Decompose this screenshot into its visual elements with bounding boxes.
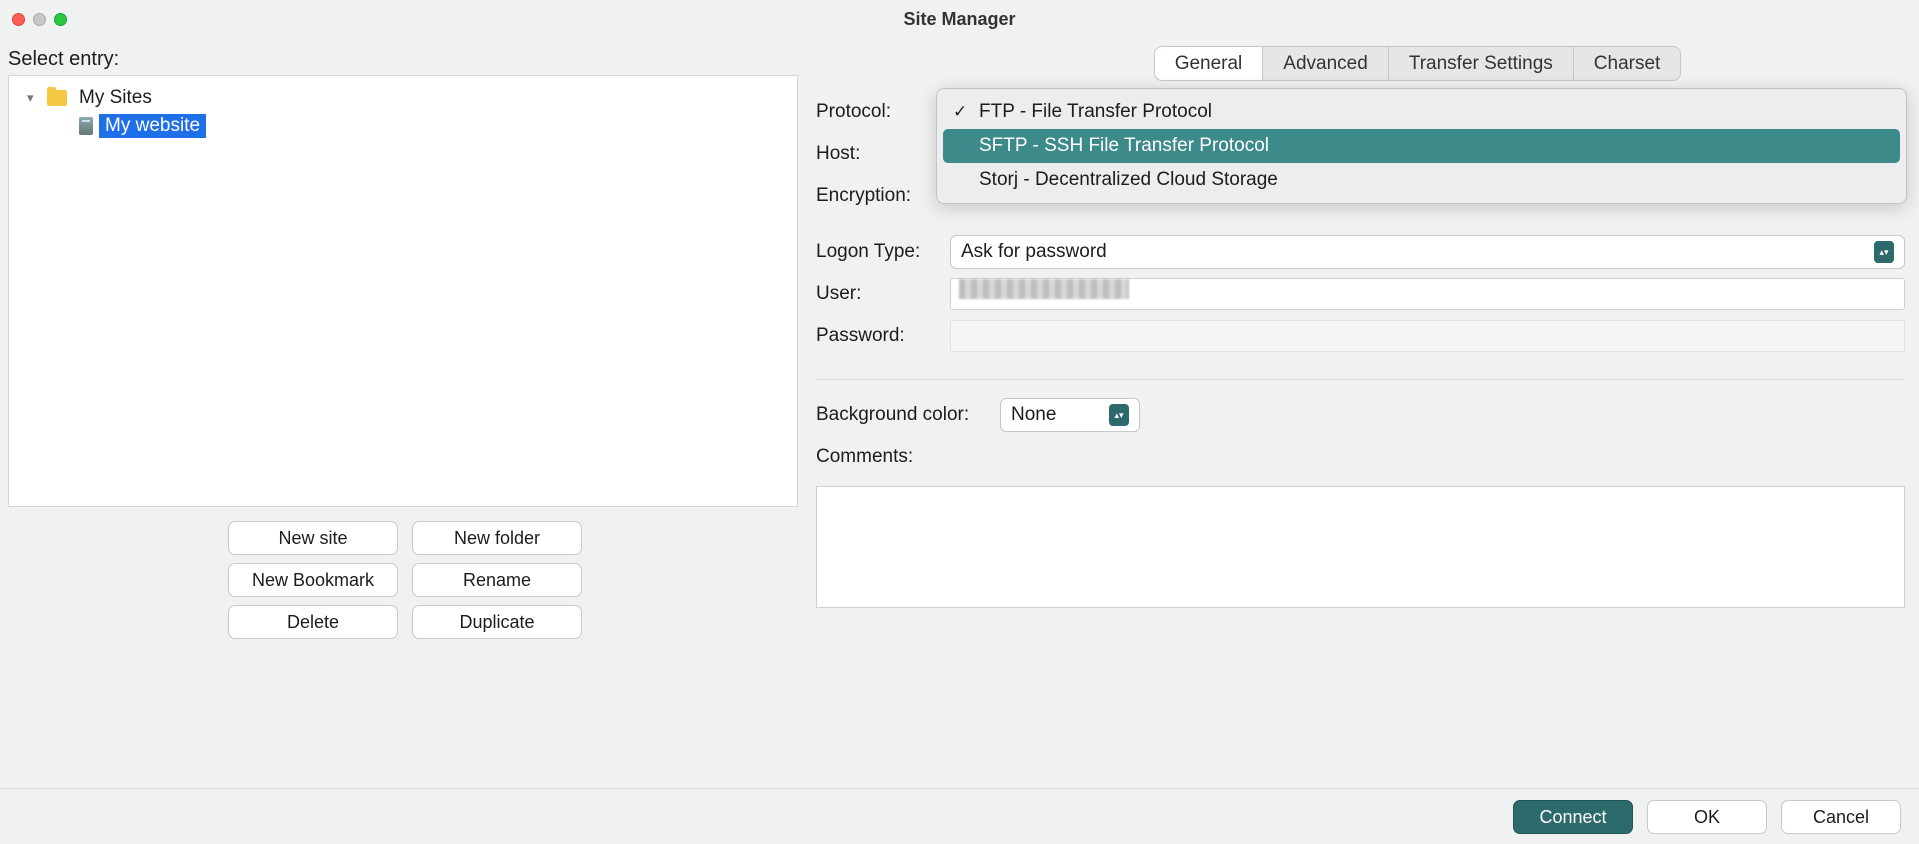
comments-textarea[interactable] [816,486,1905,608]
folder-icon [47,90,67,106]
tree-root-row[interactable]: ▾ My Sites [15,84,791,112]
tab-bar: General Advanced Transfer Settings Chars… [926,46,1909,81]
background-color-label: Background color: [816,404,986,426]
protocol-option-label: Storj - Decentralized Cloud Storage [979,169,1278,191]
protocol-option-ftp[interactable]: ✓ FTP - File Transfer Protocol [943,95,1900,129]
protocol-label: Protocol: [816,101,936,123]
password-input[interactable] [950,320,1905,352]
new-site-button[interactable]: New site [228,521,398,555]
server-icon [79,117,93,135]
user-value-redacted [959,279,1129,299]
comments-label: Comments: [816,446,913,468]
tree-site-row[interactable]: My website [15,112,791,140]
logon-type-label: Logon Type: [816,241,936,263]
window-title: Site Manager [0,9,1919,30]
site-tree[interactable]: ▾ My Sites My website [8,75,798,507]
user-input[interactable] [950,278,1905,310]
protocol-option-label: FTP - File Transfer Protocol [979,101,1212,123]
check-icon: ✓ [953,102,969,122]
stepper-icon: ▴▾ [1109,404,1129,426]
logon-type-select[interactable]: Ask for password ▴▾ [950,235,1905,269]
stepper-icon: ▴▾ [1874,241,1894,263]
chevron-down-icon[interactable]: ▾ [27,90,41,106]
tab-charset[interactable]: Charset [1574,46,1682,81]
protocol-option-storj[interactable]: Storj - Decentralized Cloud Storage [943,163,1900,197]
background-color-select[interactable]: None ▴▾ [1000,398,1140,432]
tree-site-label: My website [99,114,206,138]
new-bookmark-button[interactable]: New Bookmark [228,563,398,597]
logon-type-value: Ask for password [961,241,1107,263]
protocol-dropdown[interactable]: ✓ FTP - File Transfer Protocol SFTP - SS… [936,88,1907,204]
select-entry-label: Select entry: [8,48,798,71]
ok-button[interactable]: OK [1647,800,1767,834]
delete-button[interactable]: Delete [228,605,398,639]
user-label: User: [816,283,936,305]
connect-button[interactable]: Connect [1513,800,1633,834]
tab-general[interactable]: General [1154,46,1264,81]
password-label: Password: [816,325,936,347]
protocol-option-label: SFTP - SSH File Transfer Protocol [979,135,1269,157]
background-color-value: None [1011,404,1056,426]
title-bar: Site Manager [0,0,1919,38]
tab-transfer-settings[interactable]: Transfer Settings [1389,46,1574,81]
tree-root-label: My Sites [73,86,158,110]
tab-advanced[interactable]: Advanced [1263,46,1389,81]
duplicate-button[interactable]: Duplicate [412,605,582,639]
divider [816,379,1905,380]
cancel-button[interactable]: Cancel [1781,800,1901,834]
dialog-footer: Connect OK Cancel [0,788,1919,844]
new-folder-button[interactable]: New folder [412,521,582,555]
rename-button[interactable]: Rename [412,563,582,597]
encryption-label: Encryption: [816,185,936,207]
protocol-option-sftp[interactable]: SFTP - SSH File Transfer Protocol [943,129,1900,163]
host-label: Host: [816,143,936,165]
